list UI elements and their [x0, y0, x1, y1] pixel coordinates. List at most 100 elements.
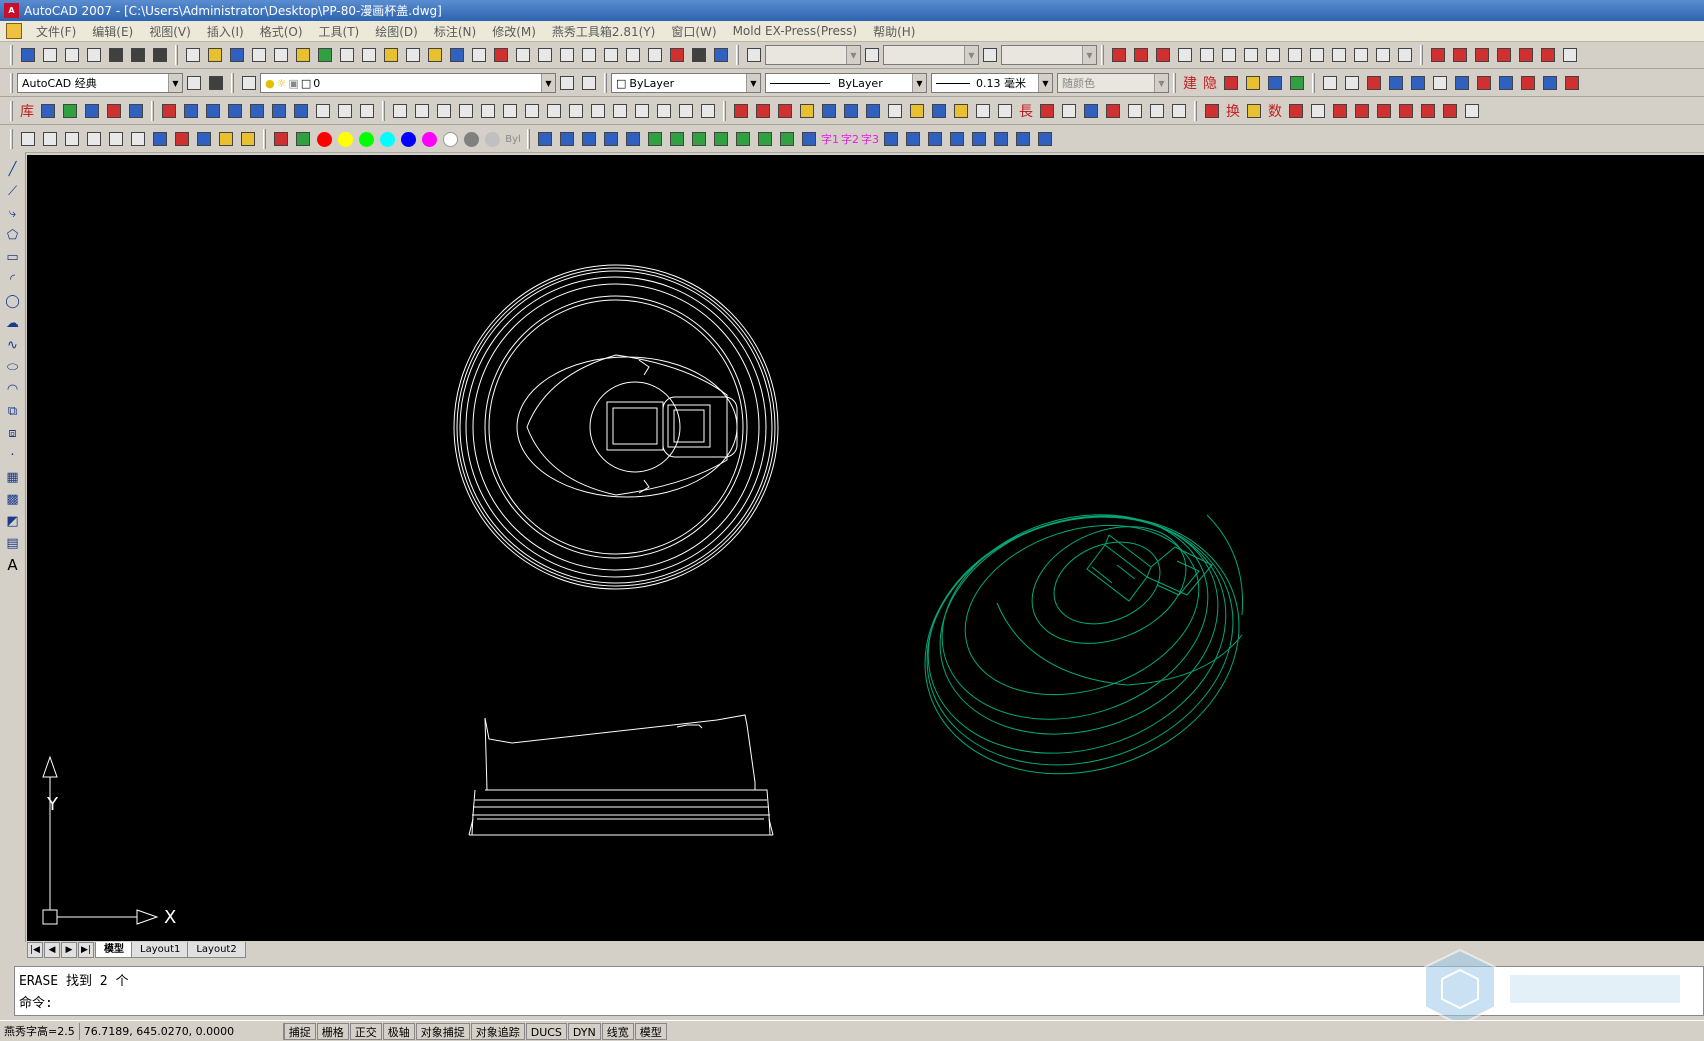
mold-tool-20-icon[interactable]	[478, 101, 498, 121]
hide-tool-button[interactable]: 隐	[1200, 73, 1220, 93]
zoom-realtime-icon[interactable]	[513, 45, 533, 65]
table-icon[interactable]: ▤	[3, 533, 23, 553]
line-tool-6-icon[interactable]	[128, 129, 148, 149]
dim-tool-b-icon[interactable]	[1538, 45, 1558, 65]
draw-tool-4-icon[interactable]	[797, 101, 817, 121]
insert-block-icon[interactable]: ⧉	[3, 401, 23, 421]
arc-icon[interactable]: ◜	[3, 269, 23, 289]
mold-tool-12-icon[interactable]	[291, 101, 311, 121]
yx-tool-i-icon[interactable]	[1452, 73, 1472, 93]
menu-edit[interactable]: 编辑(E)	[84, 23, 141, 40]
mold-tool-17-icon[interactable]	[412, 101, 432, 121]
dim-tool-a-icon[interactable]	[1516, 45, 1536, 65]
text-style-icon[interactable]	[744, 45, 764, 65]
yx-tool-n-icon[interactable]	[1562, 73, 1582, 93]
swap-tool-button[interactable]: 换	[1223, 101, 1243, 121]
cut-icon[interactable]	[337, 45, 357, 65]
draw-tool-16-icon[interactable]	[1081, 101, 1101, 121]
menu-modify[interactable]: 修改(M)	[484, 23, 544, 40]
search-icon[interactable]	[1342, 73, 1362, 93]
mold-tool-24-icon[interactable]	[566, 101, 586, 121]
line-tool-1-icon[interactable]	[18, 129, 38, 149]
point-icon[interactable]: ·	[3, 445, 23, 465]
build-tool-button[interactable]: 建	[1180, 73, 1200, 93]
markup-icon[interactable]	[150, 45, 170, 65]
draw-tool-5-icon[interactable]	[819, 101, 839, 121]
mold-tool-30-icon[interactable]	[698, 101, 718, 121]
color-cyan-swatch[interactable]	[380, 131, 395, 147]
print-preview-icon[interactable]	[271, 45, 291, 65]
menu-file[interactable]: 文件(F)	[28, 23, 84, 40]
text-tool-7-icon[interactable]	[667, 129, 687, 149]
make-current-layer-icon[interactable]	[557, 73, 577, 93]
line-tool-11-icon[interactable]	[238, 129, 258, 149]
polar-toggle[interactable]: 极轴	[382, 1022, 415, 1040]
tolerance-icon[interactable]	[1373, 45, 1393, 65]
quick-dim-icon[interactable]	[1285, 45, 1305, 65]
yx-misc-4-icon[interactable]	[1308, 101, 1328, 121]
text-tool-5-icon[interactable]	[623, 129, 643, 149]
coordinate-readout[interactable]: 76.7189, 645.0270, 0.0000	[80, 1022, 284, 1040]
mold-tool-28-icon[interactable]	[654, 101, 674, 121]
ortho-toggle[interactable]: 正交	[349, 1022, 382, 1040]
text-tool-20-icon[interactable]	[1013, 129, 1033, 149]
dim-style-icon[interactable]	[862, 45, 882, 65]
draw-tool-3-icon[interactable]	[775, 101, 795, 121]
line-tool-10-icon[interactable]	[216, 129, 236, 149]
region-icon[interactable]: ◩	[3, 511, 23, 531]
polyline-icon[interactable]: ⤷	[3, 203, 23, 223]
sheet-set-icon[interactable]	[40, 45, 60, 65]
dim-linear-icon[interactable]	[1109, 45, 1129, 65]
text-tool-15-icon[interactable]	[903, 129, 923, 149]
open-file-icon[interactable]	[205, 45, 225, 65]
linetype-select[interactable]: ByLayer ▼	[765, 73, 927, 93]
text-tool-6-icon[interactable]	[645, 129, 665, 149]
undo-icon[interactable]	[447, 45, 467, 65]
revision-cloud-icon[interactable]: ☁	[3, 313, 23, 333]
block-editor-icon[interactable]	[425, 45, 445, 65]
color-yellow-swatch[interactable]	[338, 131, 353, 147]
dim-arc-icon[interactable]	[1153, 45, 1173, 65]
yx-tool-f-icon[interactable]	[1386, 73, 1406, 93]
sheet-set-2-icon[interactable]	[645, 45, 665, 65]
draw-tool-19-icon[interactable]	[1147, 101, 1167, 121]
3d-dwf-icon[interactable]	[315, 45, 335, 65]
rectangle-icon[interactable]: ▭	[3, 247, 23, 267]
draw-tool-8-icon[interactable]	[885, 101, 905, 121]
text-tool-11-icon[interactable]	[755, 129, 775, 149]
menu-dimension[interactable]: 标注(N)	[426, 23, 484, 40]
pan-icon[interactable]	[491, 45, 511, 65]
table-style-icon[interactable]	[980, 45, 1000, 65]
text-tool-12-icon[interactable]	[777, 129, 797, 149]
text-tool-17-icon[interactable]	[947, 129, 967, 149]
text-tool-19-icon[interactable]	[991, 129, 1011, 149]
yx-tool-e-icon[interactable]	[1364, 73, 1384, 93]
qnew-icon[interactable]	[18, 45, 38, 65]
lineweight-select[interactable]: 0.13 毫米 ▼	[931, 73, 1053, 93]
workspace-save-icon[interactable]	[206, 73, 226, 93]
draw-tool-15-icon[interactable]	[1059, 101, 1079, 121]
mold-tool-9-icon[interactable]	[225, 101, 245, 121]
mold-tool-1-icon[interactable]	[38, 101, 58, 121]
construction-line-icon[interactable]: ⟋	[3, 181, 23, 201]
draw-tool-14-icon[interactable]	[1037, 101, 1057, 121]
draw-tool-20-icon[interactable]	[1169, 101, 1189, 121]
line-tool-8-icon[interactable]	[172, 129, 192, 149]
cad-drawing[interactable]: Y X	[27, 155, 1704, 941]
menu-draw[interactable]: 绘图(D)	[367, 23, 426, 40]
help-icon[interactable]	[711, 45, 731, 65]
layer-select[interactable]: ● ☼ ▣ □ 0 ▼	[260, 73, 556, 93]
color-wheel-icon[interactable]	[293, 129, 313, 149]
text-tool-13-icon[interactable]	[799, 129, 819, 149]
bylayer-button[interactable]: Byl	[503, 134, 523, 145]
mold-tool-21-icon[interactable]	[500, 101, 520, 121]
last-tab-icon[interactable]: ▶|	[78, 942, 94, 958]
layer-previous-icon[interactable]	[579, 73, 599, 93]
draw-tool-7-icon[interactable]	[863, 101, 883, 121]
menu-format[interactable]: 格式(O)	[252, 23, 311, 40]
ellipse-arc-icon[interactable]: ◠	[3, 379, 23, 399]
yx-tool-b-icon[interactable]	[1243, 73, 1263, 93]
mold-tool-14-icon[interactable]	[335, 101, 355, 121]
menu-mold-express[interactable]: Mold EX-Press(Press)	[725, 24, 866, 38]
library-tool-button[interactable]: 库	[17, 101, 37, 121]
